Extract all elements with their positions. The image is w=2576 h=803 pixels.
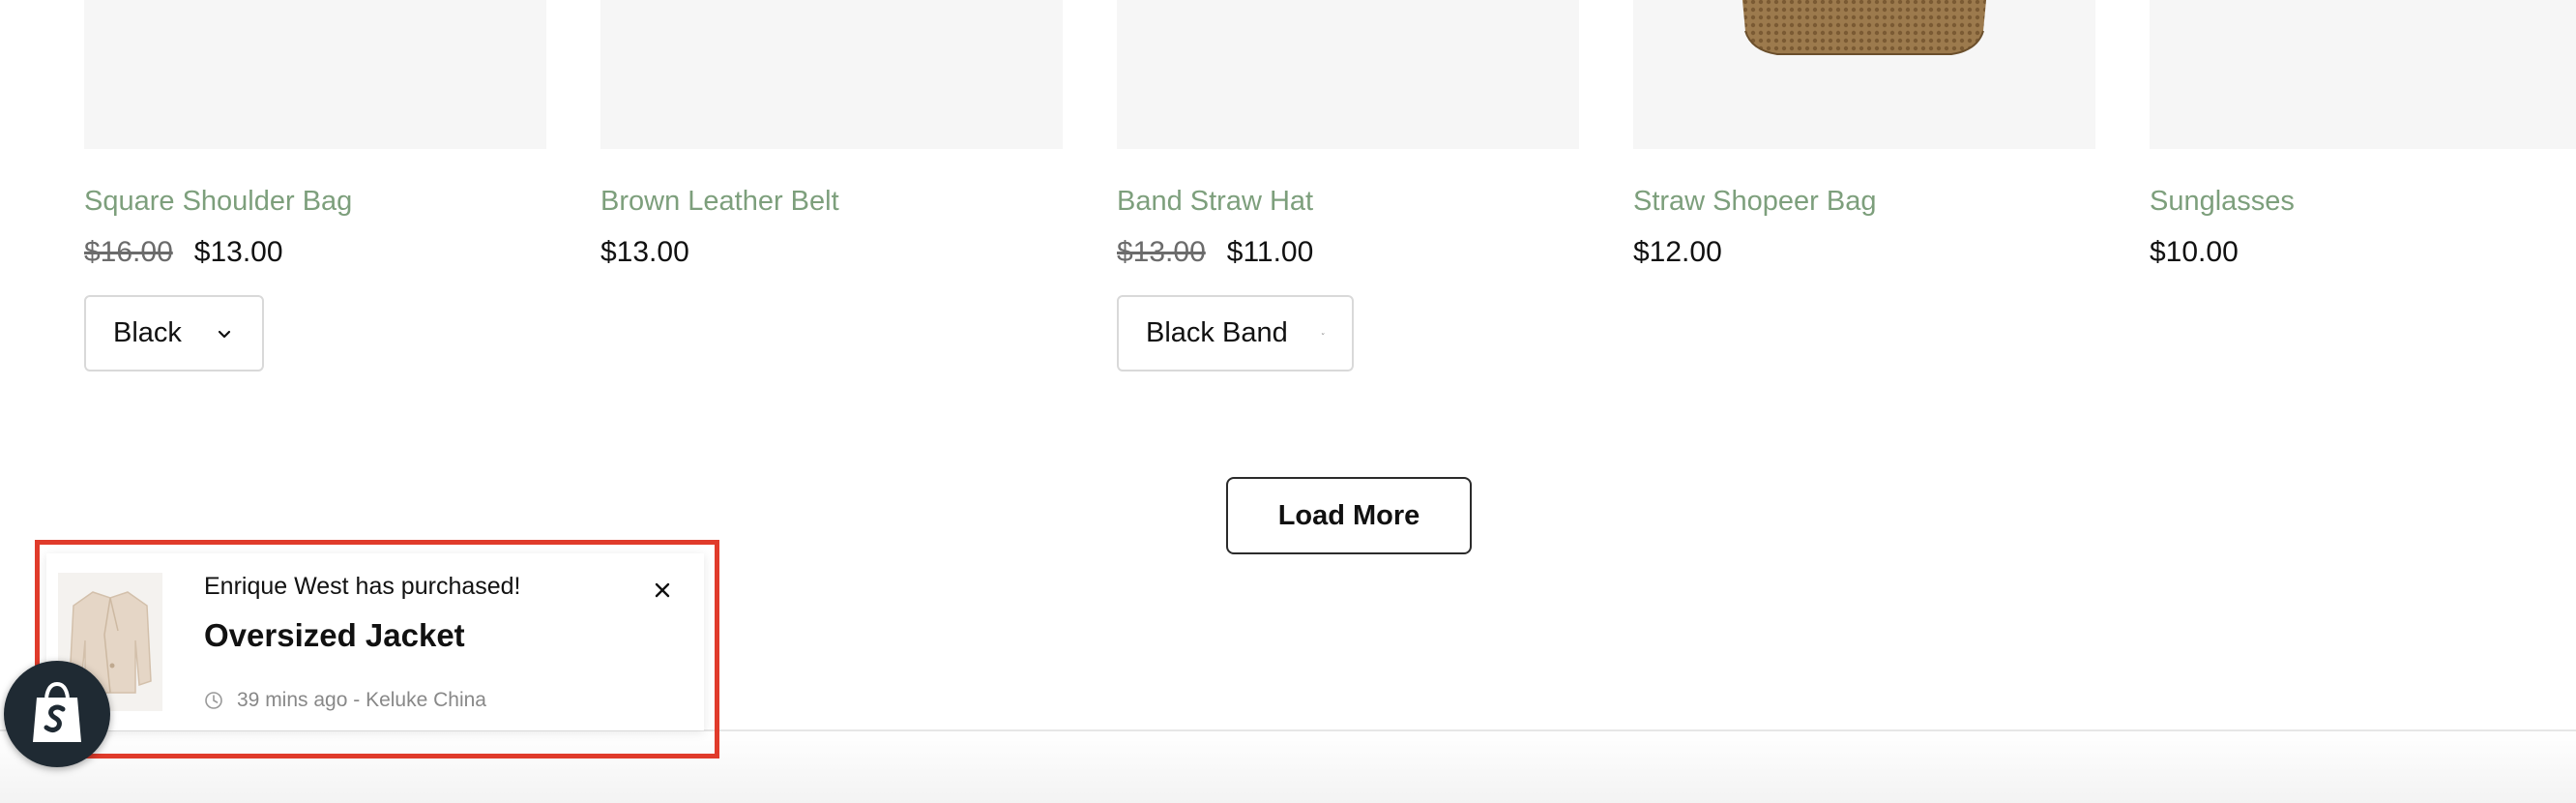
sale-price: $13.00	[193, 236, 283, 268]
straw-bag-image	[1742, 0, 1987, 55]
product-title[interactable]: Band Straw Hat	[1117, 186, 1313, 218]
product-image[interactable]	[1117, 0, 1579, 149]
product-card-sunglasses: Sunglasses $10.00	[2150, 0, 2576, 268]
chevron-down-icon	[218, 330, 231, 338]
product-card-straw-shopeer-bag: Straw Shopeer Bag $12.00	[1633, 0, 2095, 268]
product-card-square-shoulder-bag: Square Shoulder Bag $16.00 $13.00 Black	[84, 0, 546, 372]
variant-select-value: Black	[113, 317, 182, 348]
product-prices: $12.00	[1633, 236, 1722, 269]
compare-price: $16.00	[84, 236, 173, 268]
sale-price: $13.00	[600, 236, 689, 268]
product-prices: $13.00 $11.00	[1117, 236, 1313, 269]
shopify-bag-icon	[33, 681, 81, 742]
product-prices: $10.00	[2150, 236, 2239, 269]
compare-price: $13.00	[1117, 236, 1206, 268]
shopify-badge[interactable]	[4, 661, 110, 767]
variant-select[interactable]: Black	[84, 295, 264, 372]
product-card-brown-leather-belt: Brown Leather Belt $13.00	[600, 0, 1063, 268]
product-title[interactable]: Straw Shopeer Bag	[1633, 186, 1876, 218]
variant-select-value: Black Band	[1146, 317, 1288, 348]
product-card-band-straw-hat: Band Straw Hat $13.00 $11.00 Black Band	[1117, 0, 1579, 372]
sale-price: $12.00	[1633, 236, 1722, 268]
sale-price: $10.00	[2150, 236, 2239, 268]
variant-select[interactable]: Black Band	[1117, 295, 1354, 372]
load-more-button[interactable]: Load More	[1226, 477, 1472, 554]
product-image[interactable]	[1633, 0, 2095, 149]
product-title[interactable]: Sunglasses	[2150, 186, 2295, 218]
highlight-box	[35, 540, 719, 758]
chevron-down-icon	[1321, 332, 1325, 335]
page: Square Shoulder Bag $16.00 $13.00 Black B…	[0, 0, 2576, 803]
product-prices: $16.00 $13.00	[84, 236, 283, 269]
product-image[interactable]	[2150, 0, 2576, 149]
product-title[interactable]: Brown Leather Belt	[600, 186, 839, 218]
product-title[interactable]: Square Shoulder Bag	[84, 186, 352, 218]
sale-price: $11.00	[1226, 236, 1314, 268]
product-prices: $13.00	[600, 236, 689, 269]
product-image[interactable]	[84, 0, 546, 149]
product-image[interactable]	[600, 0, 1063, 149]
